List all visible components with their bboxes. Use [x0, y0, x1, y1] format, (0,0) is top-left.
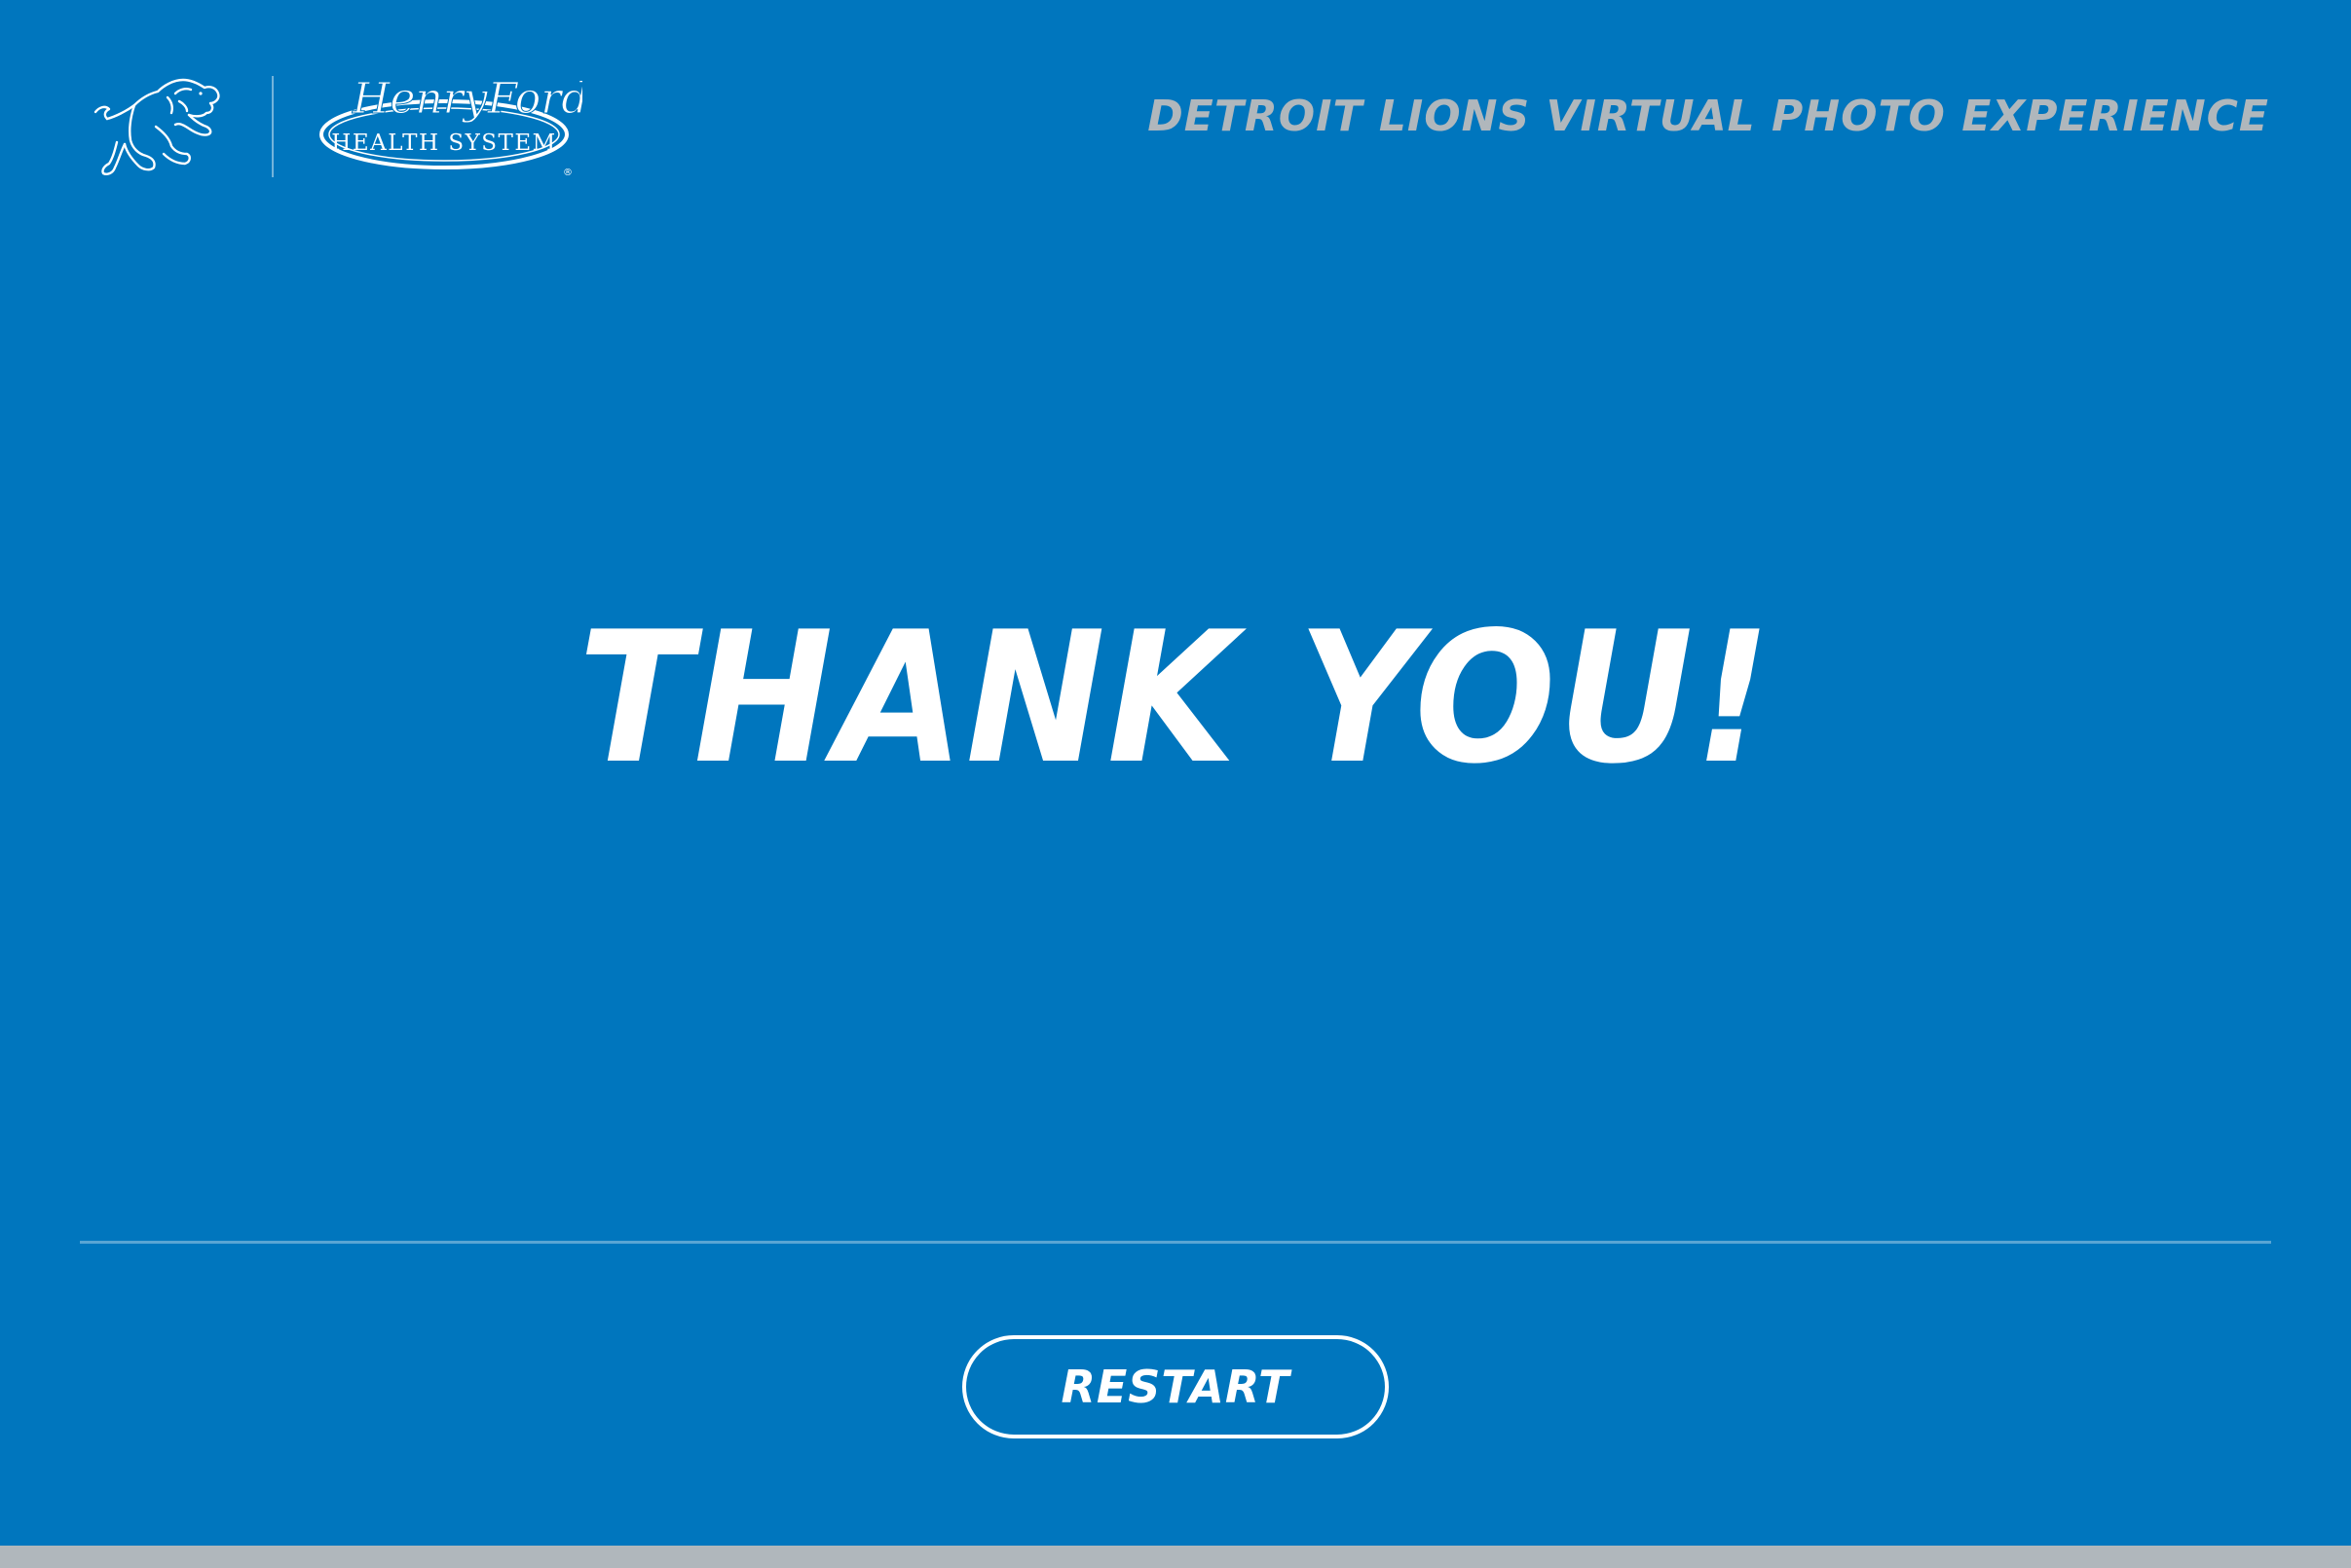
henry-ford-health-system-logo: HenryFord HEALTH SYSTEM ®: [319, 74, 582, 178]
divider-line: [80, 1241, 2271, 1244]
logo-divider: [272, 76, 274, 177]
lion-logo-icon: [93, 78, 220, 175]
registered-mark: ®: [563, 168, 573, 178]
hfhs-logo-wordmark: HEALTH SYSTEM: [331, 131, 556, 156]
thank-you-screen: HenryFord HEALTH SYSTEM ® DETROIT LIONS …: [0, 0, 2351, 1568]
hfhs-logo-script: HenryFord: [352, 74, 582, 124]
thank-you-heading: THANK YOU!: [578, 592, 1773, 803]
footer-bar: [0, 1546, 2351, 1568]
header: HenryFord HEALTH SYSTEM ® DETROIT LIONS …: [0, 0, 2351, 195]
restart-button[interactable]: RESTART: [962, 1335, 1389, 1438]
restart-button-label: RESTART: [1061, 1361, 1290, 1413]
experience-title: DETROIT LIONS VIRTUAL PHOTO EXPERIENCE: [1147, 92, 2269, 141]
